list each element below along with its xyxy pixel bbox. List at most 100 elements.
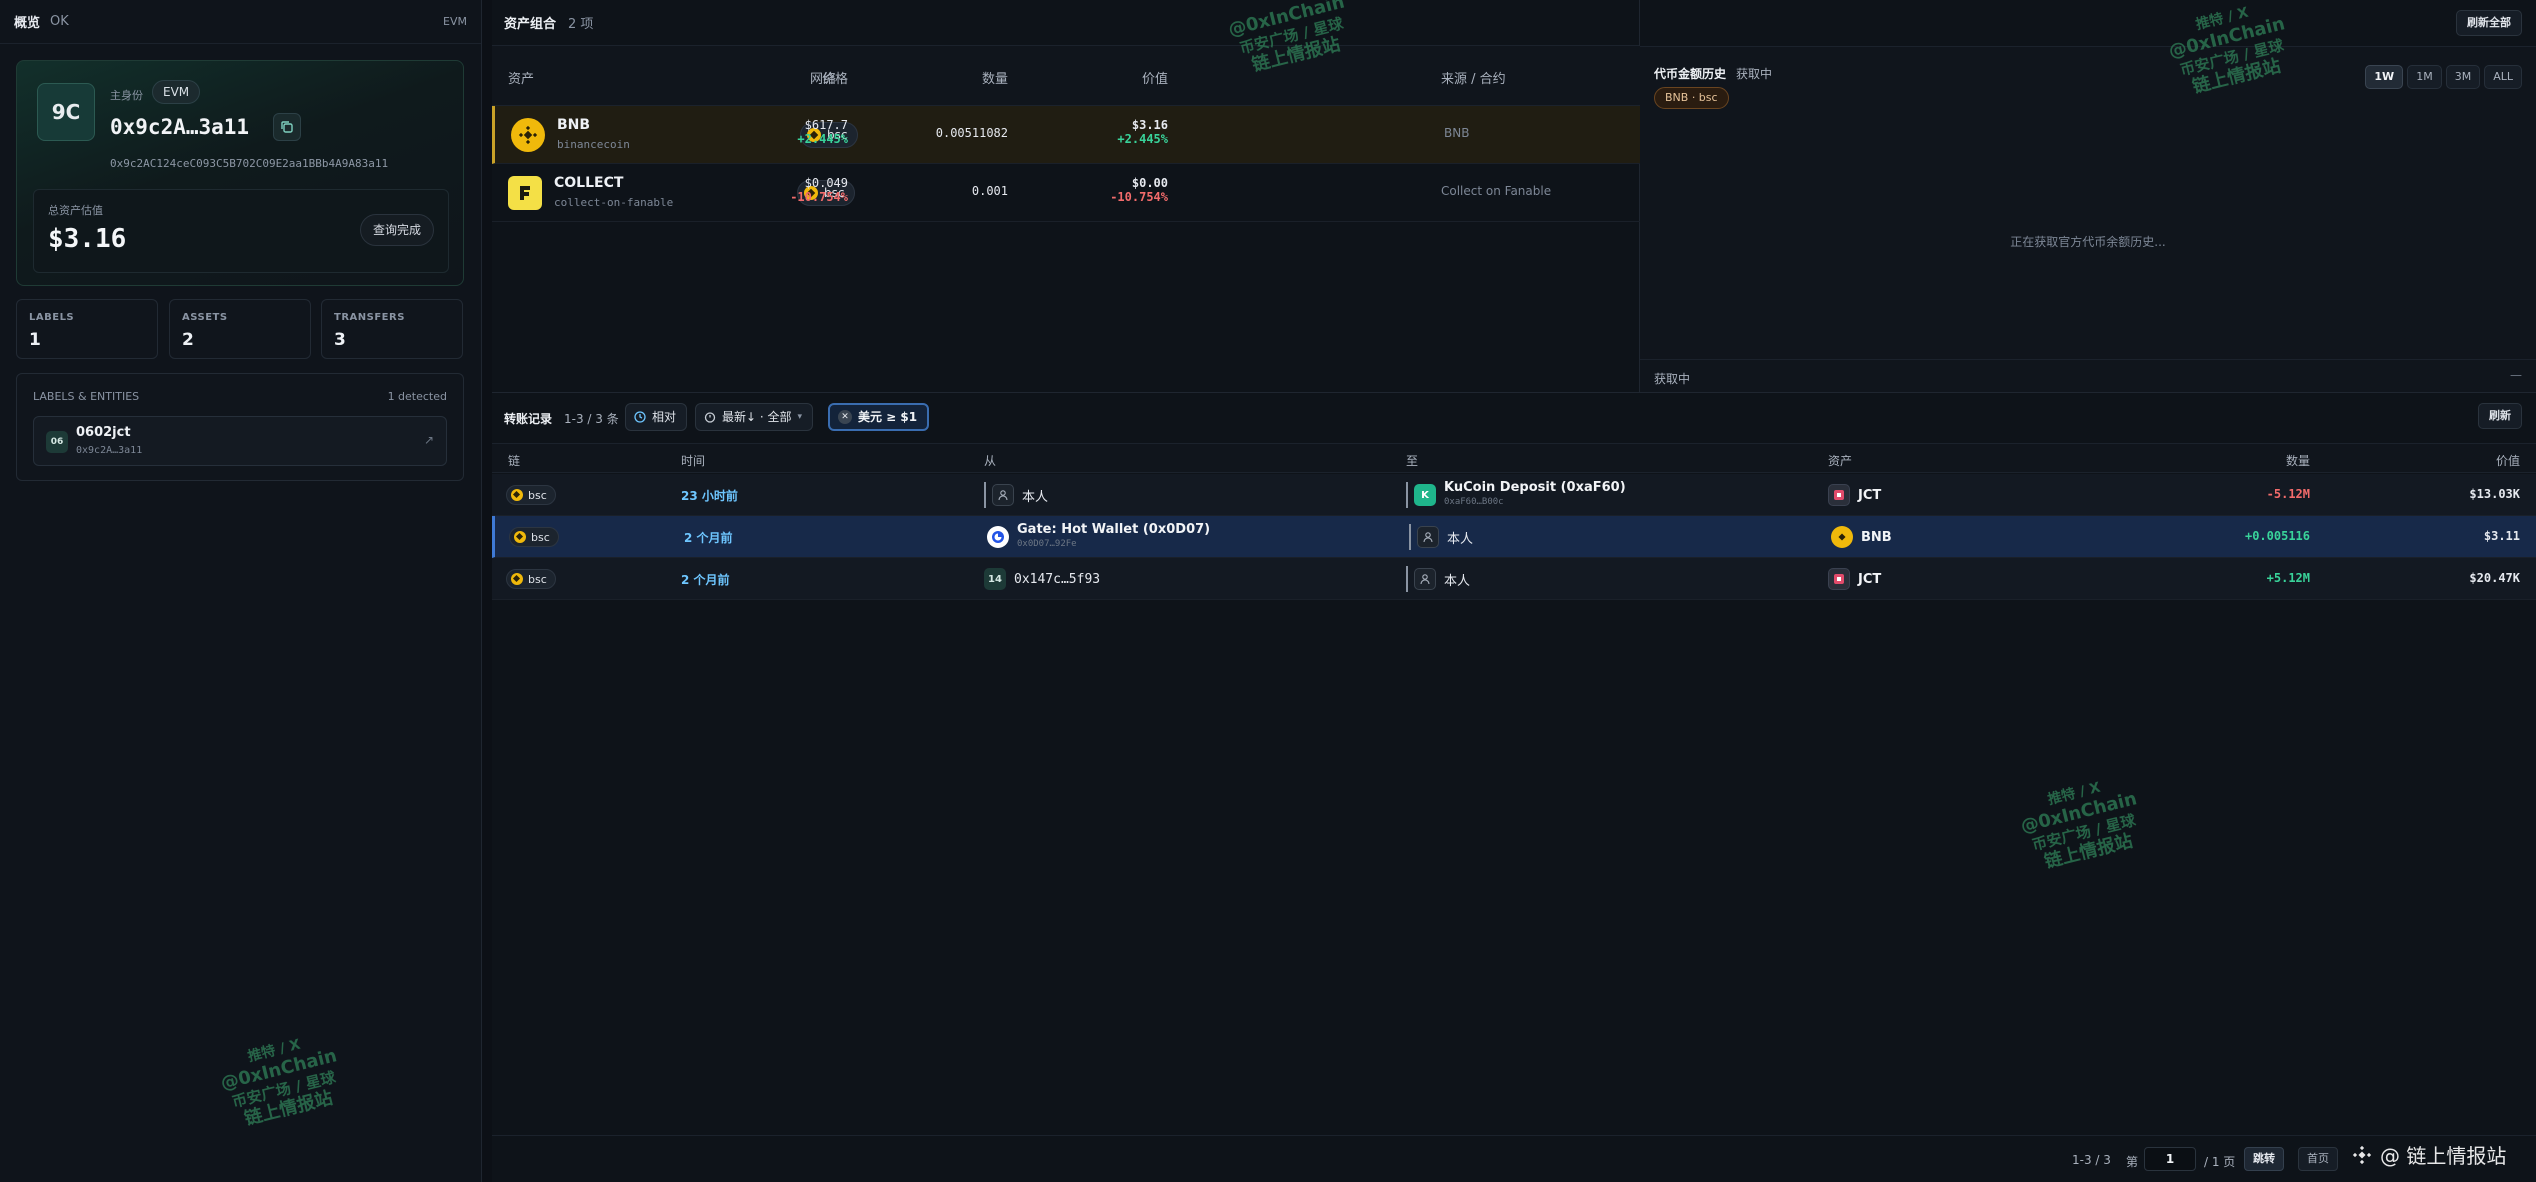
transfers-refresh-button[interactable]: 刷新: [2478, 403, 2522, 429]
page-suffix: / 1 页: [2204, 1155, 2236, 1169]
close-icon[interactable]: ✕: [838, 410, 852, 424]
history-token-tag[interactable]: BNB · bsc: [1654, 87, 1729, 109]
first-page-button[interactable]: 首页: [2298, 1147, 2338, 1171]
asset-id: collect-on-fanable: [554, 196, 674, 209]
main-identity-label: 主身份: [110, 89, 143, 102]
chevron-down-icon: ▾: [797, 412, 803, 422]
portfolio-row[interactable]: COLLECT collect-on-fanable bsc $0.049 -10…: [492, 164, 1640, 222]
watermark-center: 推特 / X @0xInChain 币安广场 / 星球 链上情报站: [2014, 770, 2149, 876]
history-title: 代币金额历史: [1654, 67, 1727, 81]
chain-pill: bsc: [509, 527, 559, 547]
range-3m[interactable]: 3M: [2445, 65, 2481, 89]
transfer-amount: -5.12M: [2266, 487, 2310, 501]
asset-qty: 0.001: [971, 184, 1008, 198]
chain-label: bsc: [528, 572, 547, 586]
to-name: KuCoin Deposit (0xaF60): [1444, 480, 1626, 495]
balance-label: 总资产估值: [48, 204, 103, 217]
col-price: 价格: [821, 72, 848, 87]
entities-section: LABELS & ENTITIES 1 detected 06 0602jct …: [16, 373, 464, 481]
col-source: 来源 / 合约: [1441, 72, 1506, 87]
range-1m[interactable]: 1M: [2407, 65, 2442, 89]
col-from: 从: [984, 454, 997, 468]
short-address: 0x9c2A…3a11: [110, 115, 250, 139]
bsc-icon: [511, 489, 523, 501]
page-number-input[interactable]: [2144, 1147, 2196, 1171]
transfer-amount: +0.005116: [2244, 529, 2310, 543]
entity-address: 0x9c2A…3a11: [76, 445, 143, 456]
history-panel: 刷新全部 代币金额历史 获取中 BNB · bsc 1W 1M 3M ALL 正…: [1640, 0, 2536, 392]
price-change: -10.754%: [790, 190, 848, 204]
sort-filter-dropdown[interactable]: 最新↓ · 全部 ▾: [695, 403, 814, 431]
portfolio-header: 资产组合 2 项: [492, 0, 1639, 46]
asset-value: $0.00 -10.754%: [1110, 176, 1168, 204]
relative-time-toggle[interactable]: 相对: [625, 403, 688, 431]
timer-icon: [704, 412, 716, 423]
asset-name: COLLECT: [554, 175, 624, 191]
history-footer-dash: —: [2510, 368, 2522, 382]
transfer-to[interactable]: K KuCoin Deposit (0xaF60) 0xaF60…B00c: [1406, 480, 1626, 508]
transfer-from[interactable]: 本人: [984, 482, 1048, 508]
corner-watermark-text: @ 链上情报站: [2380, 1144, 2507, 1168]
range-1w[interactable]: 1W: [2365, 65, 2404, 89]
entity-item[interactable]: 06 0602jct 0x9c2A…3a11 ↗: [33, 416, 447, 466]
portfolio-title: 资产组合: [504, 17, 557, 32]
col-to: 至: [1406, 454, 1419, 468]
transfer-row[interactable]: bsc 23 小时前 本人 K KuCoin Deposit (0xaF60) 0…: [492, 474, 2536, 516]
stat-assets: ASSETS 2: [169, 299, 311, 359]
transfers-title: 转账记录: [504, 412, 553, 426]
bnb-icon: [511, 118, 545, 152]
history-footer: 获取中 —: [1640, 359, 2536, 393]
refresh-all-button[interactable]: 刷新全部: [2456, 10, 2522, 36]
transfer-row[interactable]: bsc 2 个月前 Gate: Hot Wallet (0x0D07) 0x0D0…: [492, 516, 2536, 558]
col-amount: 数量: [2285, 454, 2310, 468]
history-status: 获取中: [1736, 67, 1773, 81]
transfer-value: $3.11: [2483, 529, 2520, 543]
transfer-time: 2 个月前: [684, 531, 733, 545]
transfer-time: 2 个月前: [681, 573, 730, 587]
to-address: 0xaF60…B00c: [1444, 497, 1504, 507]
range-selector: 1W 1M 3M ALL: [2365, 65, 2522, 89]
transfer-to[interactable]: 本人: [1409, 524, 1473, 550]
jct-icon: [1828, 568, 1850, 590]
binance-logo-icon: [2352, 1145, 2372, 1164]
overview-panel: 概览 OK EVM 9C 主身份 EVM 0x9c2A…3a11 0x9c2AC…: [0, 0, 482, 1182]
history-box: 代币金额历史 获取中 BNB · bsc 1W 1M 3M ALL 正在获取官方…: [1640, 46, 2536, 392]
asset-symbol: JCT: [1858, 571, 1882, 587]
user-icon: [992, 484, 1014, 506]
history-topbar: 刷新全部: [1640, 0, 2536, 46]
min-usd-filter[interactable]: ✕ 美元 ≥ $1: [828, 403, 930, 431]
entities-detected: 1 detected: [387, 390, 447, 403]
collect-icon: [508, 176, 542, 210]
address-badge: 14: [984, 568, 1006, 590]
from-name: 本人: [1022, 489, 1049, 505]
portfolio-row[interactable]: BNB binancecoin bsc $617.7 +2.445% 0.0051…: [492, 106, 1640, 164]
portfolio-columns: 资产 网络 价格 数量 价值 来源 / 合约: [492, 46, 1640, 106]
min-usd-label: 美元 ≥ $1: [858, 410, 918, 424]
watermark-left: 推特 / X @0xInChain 币安广场 / 星球 链上情报站: [214, 1027, 349, 1133]
stat-assets-key: ASSETS: [182, 312, 228, 323]
transfer-row[interactable]: bsc 2 个月前 14 0x147c…5f93 本人 JCT +5.12M $…: [492, 558, 2536, 600]
chain-pill: bsc: [506, 485, 556, 505]
stat-transfers-value: 3: [334, 330, 346, 350]
external-link-icon[interactable]: ↗: [424, 433, 434, 447]
copy-address-button[interactable]: [273, 113, 301, 141]
range-all[interactable]: ALL: [2484, 65, 2522, 89]
transfer-time: 23 小时前: [681, 489, 738, 503]
transfers-count: 1-3 / 3 条: [564, 412, 619, 426]
portfolio-panel: 资产组合 2 项 资产 网络 价格 数量 价值 来源 / 合约 BNB bina…: [492, 0, 1640, 392]
goto-page-button[interactable]: 跳转: [2244, 1147, 2284, 1171]
portfolio-count: 2 项: [568, 17, 594, 32]
chain-label: bsc: [531, 530, 550, 544]
relative-label: 相对: [652, 410, 677, 424]
transfer-asset: BNB: [1831, 526, 1892, 548]
query-status-button[interactable]: 查询完成: [359, 214, 434, 246]
to-name: 本人: [1447, 531, 1474, 547]
corner-watermark: @ 链上情报站: [2352, 1140, 2506, 1169]
transfer-to[interactable]: 本人: [1406, 566, 1470, 592]
transfer-from[interactable]: 14 0x147c…5f93: [984, 566, 1100, 592]
col-qty: 数量: [981, 72, 1008, 87]
pagination: 1-3 / 3 第 / 1 页 跳转 首页: [492, 1135, 2536, 1182]
avatar: 9C: [37, 83, 95, 141]
transfer-from[interactable]: Gate: Hot Wallet (0x0D07) 0x0D07…92Fe: [987, 523, 1210, 550]
pagination-count: 1-3 / 3: [2072, 1153, 2111, 1167]
